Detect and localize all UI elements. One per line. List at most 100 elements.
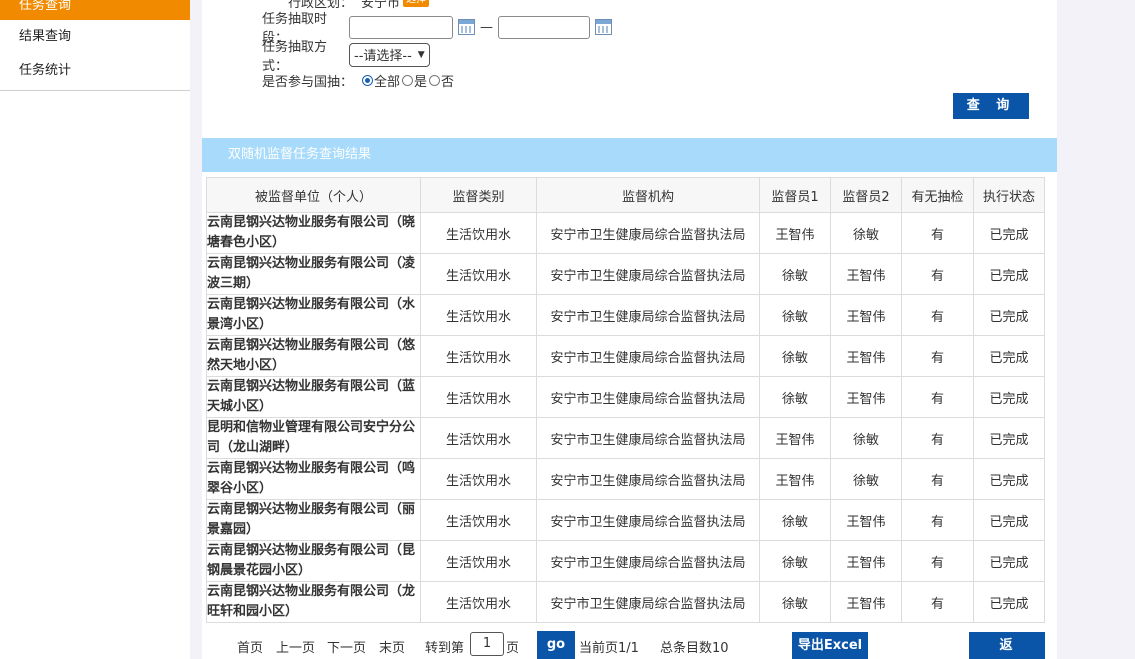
table-cell: 徐敏 — [759, 294, 831, 336]
table-cell: 已完成 — [973, 294, 1045, 336]
last-page-link[interactable]: 末页 — [379, 637, 405, 656]
total-count-text: 总条目数10 — [660, 641, 729, 656]
column-header: 有无抽检 — [901, 177, 974, 213]
table-cell: 安宁市卫生健康局综合监督执法局 — [536, 335, 760, 377]
period-end-input[interactable] — [498, 15, 590, 39]
table-cell: 有 — [901, 540, 974, 582]
calendar-icon[interactable] — [458, 19, 475, 35]
table-cell: 王智伟 — [830, 540, 902, 582]
page-number-input[interactable]: 1 — [470, 632, 504, 656]
method-label: 任务抽取方式： — [262, 39, 328, 74]
table-cell: 徐敏 — [759, 581, 831, 623]
table-cell: 徐敏 — [830, 212, 902, 254]
next-page-link[interactable]: 下一页 — [327, 637, 366, 656]
column-header: 监督类别 — [420, 177, 537, 213]
go-button[interactable]: go — [537, 631, 575, 659]
table-cell: 王智伟 — [830, 376, 902, 418]
goto-prefix: 转到第 — [425, 641, 465, 656]
sidebar-item-result-query[interactable]: 结果查询 — [0, 20, 190, 54]
table-cell: 徐敏 — [830, 458, 902, 500]
table-cell: 安宁市卫生健康局综合监督执法局 — [536, 253, 760, 295]
region-select-button[interactable]: 选择 — [403, 0, 430, 7]
sidebar-item-task-stats[interactable]: 任务统计 — [0, 54, 190, 88]
table-cell: 云南昆钢兴达物业服务有限公司（凌波三期） — [206, 253, 421, 295]
national-label: 是否参与国抽： — [262, 74, 354, 90]
radio-all-label: 全部 — [374, 74, 401, 90]
table-cell: 徐敏 — [759, 335, 831, 377]
radio-no-label: 否 — [441, 74, 455, 90]
period-start-input[interactable] — [349, 15, 453, 39]
query-button[interactable]: 查 询 — [953, 93, 1029, 119]
table-cell: 已完成 — [973, 376, 1045, 418]
export-excel-button[interactable]: 导出Excel — [792, 632, 868, 659]
table-cell: 生活饮用水 — [420, 294, 537, 336]
period-separator: — — [480, 19, 493, 35]
table-cell: 安宁市卫生健康局综合监督执法局 — [536, 540, 760, 582]
table-cell: 已完成 — [973, 458, 1045, 500]
goto-suffix: 页 — [506, 641, 520, 656]
table-cell: 已完成 — [973, 499, 1045, 541]
table-header-row: 被监督单位（个人） 监督类别 监督机构 监督员1 监督员2 有无抽检 执行状态 — [206, 177, 1045, 213]
table-cell: 王智伟 — [759, 458, 831, 500]
table-cell: 徐敏 — [759, 499, 831, 541]
radio-yes-label: 是 — [414, 74, 428, 90]
table-cell: 已完成 — [973, 212, 1045, 254]
table-cell: 云南昆钢兴达物业服务有限公司（水景湾小区） — [206, 294, 421, 336]
table-cell: 安宁市卫生健康局综合监督执法局 — [536, 581, 760, 623]
table-cell: 有 — [901, 417, 974, 459]
column-header: 监督员1 — [759, 177, 831, 213]
table-cell: 安宁市卫生健康局综合监督执法局 — [536, 376, 760, 418]
table-cell: 安宁市卫生健康局综合监督执法局 — [536, 212, 760, 254]
table-cell: 云南昆钢兴达物业服务有限公司（丽景嘉园） — [206, 499, 421, 541]
method-select[interactable]: --请选择-- ▼ — [349, 42, 430, 67]
radio-no[interactable] — [429, 74, 441, 86]
column-header: 监督员2 — [830, 177, 902, 213]
table-cell: 王智伟 — [759, 212, 831, 254]
table-cell: 王智伟 — [830, 294, 902, 336]
sidebar-item-label: 任务统计 — [19, 63, 72, 78]
column-header: 监督机构 — [536, 177, 760, 213]
table-cell: 已完成 — [973, 540, 1045, 582]
prev-page-link[interactable]: 上一页 — [276, 637, 315, 656]
sidebar: 任务查询 结果查询 任务统计 — [0, 0, 190, 659]
chevron-down-icon: ▼ — [417, 49, 425, 60]
table-cell: 生活饮用水 — [420, 499, 537, 541]
table-cell: 云南昆钢兴达物业服务有限公司（蓝天城小区） — [206, 376, 421, 418]
results-body: 云南昆钢兴达物业服务有限公司（晓塘春色小区） 生活饮用水 安宁市卫生健康局综合监督执… — [206, 212, 1045, 623]
table-cell: 已完成 — [973, 335, 1045, 377]
table-row: 云南昆钢兴达物业服务有限公司（蓝天城小区） 生活饮用水 安宁市卫生健康局综合监督执法… — [206, 376, 1045, 418]
column-header: 执行状态 — [973, 177, 1045, 213]
table-cell: 有 — [901, 458, 974, 500]
calendar-icon[interactable] — [595, 19, 612, 35]
method-select-value: --请选择-- — [354, 49, 412, 64]
table-cell: 安宁市卫生健康局综合监督执法局 — [536, 458, 760, 500]
national-row: 是否参与国抽： 全部 是 否 — [262, 70, 454, 90]
pagination: 首页 上一页 下一页 末页 转到第 1 页 go 当前页1/1 总条目数10 导… — [202, 630, 1057, 659]
table-cell: 生活饮用水 — [420, 335, 537, 377]
table-cell: 有 — [901, 581, 974, 623]
radio-all[interactable] — [362, 74, 373, 86]
table-cell: 已完成 — [973, 417, 1045, 459]
table-cell: 王智伟 — [830, 335, 902, 377]
table-cell: 生活饮用水 — [420, 458, 537, 500]
table-cell: 云南昆钢兴达物业服务有限公司（悠然天地小区） — [206, 335, 421, 377]
table-cell: 安宁市卫生健康局综合监督执法局 — [536, 417, 760, 459]
table-cell: 生活饮用水 — [420, 212, 537, 254]
table-cell: 生活饮用水 — [420, 376, 537, 418]
sidebar-item-task-query[interactable]: 任务查询 — [0, 0, 190, 20]
first-page-link[interactable]: 首页 — [237, 637, 263, 656]
radio-yes[interactable] — [402, 74, 414, 86]
region-row: 行政区划： 安宁市 选择 — [288, 0, 430, 11]
table-cell: 云南昆钢兴达物业服务有限公司（龙旺轩和园小区） — [206, 581, 421, 623]
table-cell: 有 — [901, 212, 974, 254]
table-cell: 有 — [901, 253, 974, 295]
main-panel: 行政区划： 安宁市 选择 任务抽取时段： — 任务抽取方式： --请选择-- ▼… — [202, 0, 1057, 659]
table-cell: 王智伟 — [759, 417, 831, 459]
back-button[interactable]: 返 回 — [969, 632, 1045, 659]
table-row: 云南昆钢兴达物业服务有限公司（水景湾小区） 生活饮用水 安宁市卫生健康局综合监督执法… — [206, 294, 1045, 336]
table-cell: 有 — [901, 335, 974, 377]
table-cell: 云南昆钢兴达物业服务有限公司（鸣翠谷小区） — [206, 458, 421, 500]
table-cell: 生活饮用水 — [420, 253, 537, 295]
table-cell: 云南昆钢兴达物业服务有限公司（昆钢晨景花园小区） — [206, 540, 421, 582]
method-row: 任务抽取方式： --请选择-- ▼ — [262, 40, 430, 74]
